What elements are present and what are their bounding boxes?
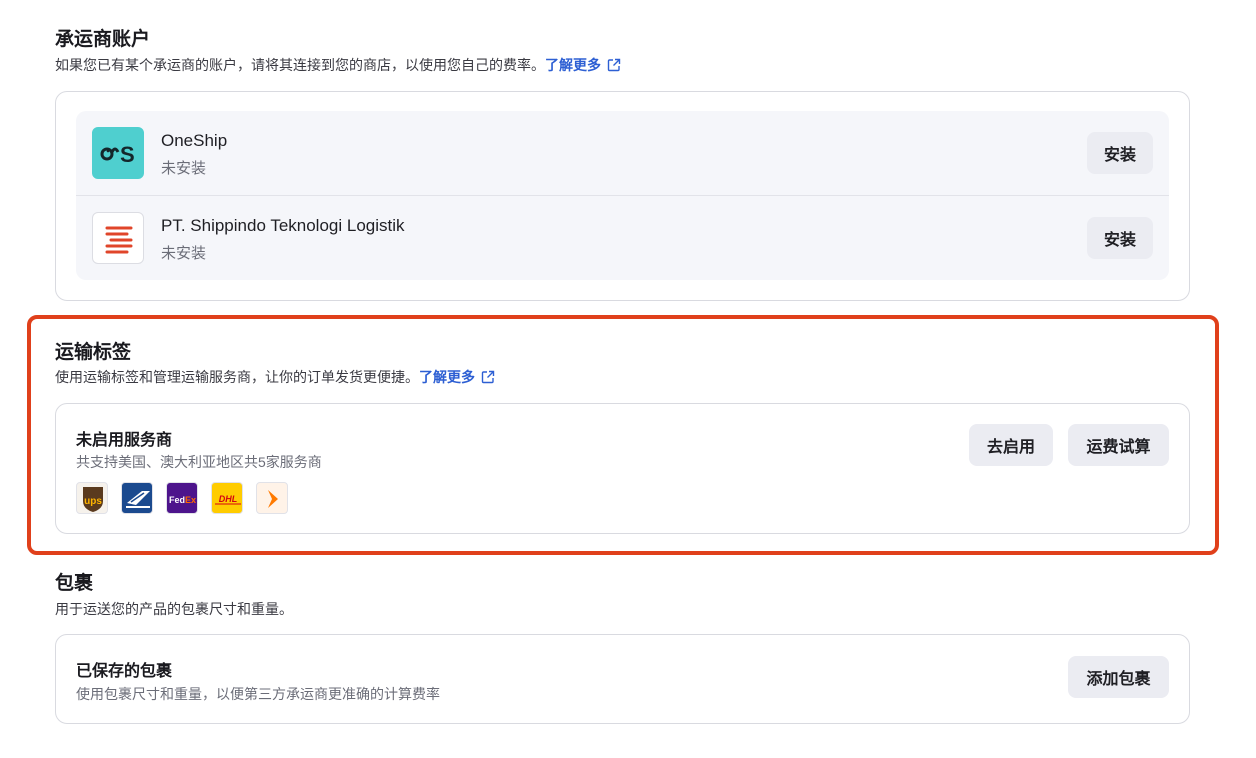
install-shippindo-button[interactable]: 安装 bbox=[1087, 217, 1153, 259]
shippindo-logo-icon bbox=[92, 212, 144, 264]
carrier-name: PT. Shippindo Teknologi Logistik bbox=[161, 216, 405, 235]
carrier-row-oneship: S OneShip 未安装 安装 bbox=[76, 111, 1169, 195]
svg-text:DHL: DHL bbox=[219, 494, 238, 504]
usps-logo-icon bbox=[121, 482, 153, 514]
carrier-name: OneShip bbox=[161, 131, 228, 150]
sendle-logo-icon bbox=[256, 482, 288, 514]
saved-packages-title: 已保存的包裹 bbox=[76, 663, 173, 680]
shipping-labels-title: 运输标签 bbox=[55, 342, 132, 363]
ups-logo-icon: ups bbox=[76, 482, 108, 514]
carrier-status: 未安装 bbox=[161, 160, 207, 177]
saved-packages-card: 已保存的包裹 使用包裹尺寸和重量，以便第三方承运商更准确的计算费率 添加包裹 bbox=[55, 634, 1190, 724]
svg-text:S: S bbox=[120, 142, 135, 167]
shipping-services-card: 未启用服务商 共支持美国、澳大利亚地区共5家服务商 ups Fed Ex DHL bbox=[55, 403, 1190, 534]
carrier-accounts-learn-more-link[interactable]: 了解更多 bbox=[545, 57, 601, 73]
packages-description: 用于运送您的产品的包裹尺寸和重量。 bbox=[55, 601, 293, 617]
dhl-logo-icon: DHL bbox=[211, 482, 243, 514]
carrier-accounts-description-text: 如果您已有某个承运商的账户，请将其连接到您的商店，以使用您自己的费率。 bbox=[55, 57, 545, 73]
carrier-list: S OneShip 未安装 安装 PT. Shippindo Teknologi… bbox=[76, 111, 1169, 280]
packages-title: 包裹 bbox=[55, 573, 94, 594]
svg-text:Ex: Ex bbox=[185, 495, 196, 505]
carrier-accounts-description: 如果您已有某个承运商的账户，请将其连接到您的商店，以使用您自己的费率。了解更多 bbox=[55, 55, 621, 75]
services-status-title: 未启用服务商 bbox=[76, 432, 173, 449]
enable-provider-button[interactable]: 去启用 bbox=[969, 424, 1053, 466]
oneship-logo-icon: S bbox=[92, 127, 144, 179]
carrier-status: 未安装 bbox=[161, 245, 207, 262]
carrier-accounts-card: S OneShip 未安装 安装 PT. Shippindo Teknologi… bbox=[55, 91, 1190, 301]
external-link-icon[interactable] bbox=[607, 58, 621, 75]
external-link-icon[interactable] bbox=[481, 370, 495, 387]
shipping-labels-description: 使用运输标签和管理运输服务商，让你的订单发货更便捷。了解更多 bbox=[55, 367, 495, 387]
add-package-button[interactable]: 添加包裹 bbox=[1068, 656, 1169, 698]
svg-text:Fed: Fed bbox=[169, 495, 185, 505]
saved-packages-subtitle: 使用包裹尺寸和重量，以便第三方承运商更准确的计算费率 bbox=[76, 686, 440, 702]
fedex-logo-icon: Fed Ex bbox=[166, 482, 198, 514]
carrier-row-shippindo: PT. Shippindo Teknologi Logistik 未安装 安装 bbox=[76, 196, 1169, 280]
install-oneship-button[interactable]: 安装 bbox=[1087, 132, 1153, 174]
shipping-labels-learn-more-link[interactable]: 了解更多 bbox=[419, 369, 475, 385]
shipping-labels-description-text: 使用运输标签和管理运输服务商，让你的订单发货更便捷。 bbox=[55, 369, 419, 385]
services-status-subtitle: 共支持美国、澳大利亚地区共5家服务商 bbox=[76, 454, 322, 470]
svg-text:ups: ups bbox=[84, 496, 102, 507]
carrier-accounts-title: 承运商账户 bbox=[55, 29, 151, 50]
rate-calculator-button[interactable]: 运费试算 bbox=[1068, 424, 1169, 466]
